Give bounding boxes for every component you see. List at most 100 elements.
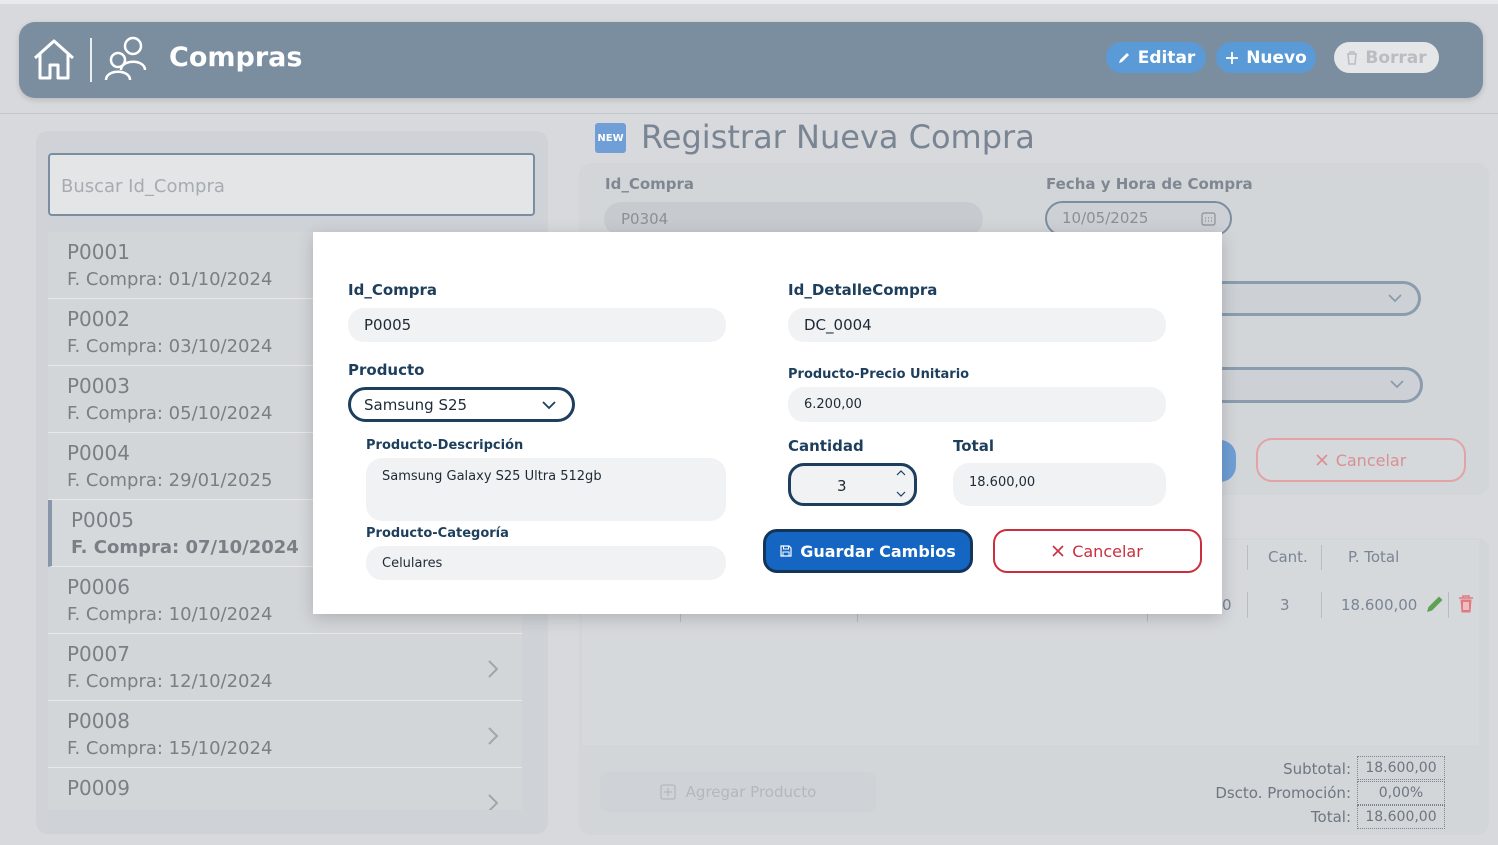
window-top-edge: [0, 0, 1498, 4]
new-button-label: Nuevo: [1246, 47, 1307, 68]
chevron-down-icon: [1388, 294, 1402, 303]
form-cancel-label: Cancelar: [1335, 450, 1407, 470]
chevron-right-icon[interactable]: [486, 725, 500, 747]
save-changes-label: Guardar Cambios: [800, 541, 956, 561]
list-item-id: P0006: [67, 575, 130, 599]
list-item[interactable]: P0009: [48, 768, 522, 810]
modal-id-compra-field[interactable]: P0005: [348, 308, 726, 342]
page-title: Compras: [169, 42, 303, 73]
form-cancel-button[interactable]: Cancelar: [1256, 438, 1466, 482]
modal-cancel-button[interactable]: Cancelar: [993, 529, 1202, 573]
modal-descripcion-field[interactable]: Samsung Galaxy S25 Ultra 512gb: [366, 458, 726, 521]
modal-categoria-label: Producto-Categoría: [366, 526, 509, 541]
form-title: Registrar Nueva Compra: [641, 118, 1035, 156]
add-product-label: Agregar Producto: [685, 783, 817, 801]
header-divider: [90, 38, 92, 82]
edit-button-label: Editar: [1137, 47, 1196, 68]
edit-button[interactable]: Editar: [1106, 42, 1206, 73]
modal-id-compra-label: Id_Compra: [348, 281, 438, 299]
table-cell-partial: 0: [1222, 596, 1232, 614]
table-cell-cant: 3: [1280, 596, 1290, 614]
modal-producto-label: Producto: [348, 361, 425, 379]
table-header-cant: Cant.: [1268, 548, 1308, 566]
modal-cantidad-label: Cantidad: [788, 437, 864, 455]
list-item-id: P0003: [67, 374, 130, 398]
list-item-id: P0007: [67, 642, 130, 666]
modal-precio-label: Producto-Precio Unitario: [788, 367, 970, 382]
close-icon: [1052, 545, 1064, 557]
add-product-button[interactable]: Agregar Producto: [600, 772, 876, 812]
table-column-divider: [1448, 592, 1449, 618]
modal-descripcion-label: Producto-Descripción: [366, 438, 524, 453]
modal-cancel-label: Cancelar: [1072, 541, 1143, 561]
list-item-date: F. Compra: 03/10/2024: [67, 336, 273, 357]
list-item[interactable]: P0007 F. Compra: 12/10/2024: [48, 634, 522, 701]
chevron-down-icon[interactable]: [896, 491, 906, 498]
plus-icon: [1226, 51, 1239, 64]
date-value: 10/05/2025: [1062, 209, 1149, 227]
table-column-divider: [1247, 592, 1248, 618]
chevron-up-icon[interactable]: [896, 469, 906, 476]
total-value: 18.600,00: [1357, 805, 1445, 829]
subtotal-value: 18.600,00: [1357, 756, 1445, 780]
list-item-date: F. Compra: 05/10/2024: [67, 403, 273, 424]
list-item-date: F. Compra: 29/01/2025: [67, 470, 273, 491]
total-label: Total:: [1310, 808, 1351, 826]
new-button[interactable]: Nuevo: [1216, 42, 1316, 73]
chevron-right-icon[interactable]: [486, 792, 500, 810]
trash-icon[interactable]: [1457, 594, 1475, 614]
id-compra-label: Id_Compra: [605, 175, 695, 193]
list-item-id: P0005: [71, 508, 134, 532]
list-item-date: F. Compra: 01/10/2024: [67, 269, 273, 290]
close-icon: [1316, 454, 1328, 466]
list-item-id: P0008: [67, 709, 130, 733]
chevron-down-icon: [542, 401, 556, 410]
save-changes-button[interactable]: Guardar Cambios: [763, 529, 973, 573]
list-item-id: P0009: [67, 776, 130, 800]
modal-total-field[interactable]: 18.600,00: [953, 463, 1166, 506]
table-column-divider: [1247, 545, 1248, 570]
modal-id-detalle-field[interactable]: DC_0004: [788, 308, 1166, 342]
header-separator: [0, 113, 1498, 114]
trash-icon: [1347, 50, 1358, 65]
subtotal-label: Subtotal:: [1283, 760, 1351, 778]
delete-button-label: Borrar: [1365, 47, 1427, 68]
list-item[interactable]: P0008 F. Compra: 15/10/2024: [48, 701, 522, 768]
chevron-right-icon[interactable]: [486, 658, 500, 680]
producto-select[interactable]: Samsung S25: [348, 387, 575, 422]
app-header: Compras Editar Nuevo Borrar: [19, 22, 1483, 98]
id-compra-field[interactable]: P0304: [604, 202, 983, 236]
list-item-date: F. Compra: 15/10/2024: [67, 738, 273, 759]
users-icon: [104, 36, 147, 81]
modal-categoria-field[interactable]: Celulares: [366, 546, 726, 580]
quantity-stepper[interactable]: 3: [788, 463, 917, 506]
chevron-down-icon: [1390, 380, 1404, 389]
list-item-id: P0004: [67, 441, 130, 465]
table-column-divider: [1321, 592, 1322, 618]
table-column-divider: [1321, 545, 1322, 570]
pencil-icon[interactable]: [1425, 594, 1445, 614]
modal-id-detalle-label: Id_DetalleCompra: [788, 281, 938, 299]
list-item-id: P0002: [67, 307, 130, 331]
list-item-date: F. Compra: 10/10/2024: [67, 604, 273, 625]
modal-total-label: Total: [953, 437, 994, 455]
delete-button[interactable]: Borrar: [1334, 42, 1439, 73]
discount-label: Dscto. Promoción:: [1215, 784, 1351, 802]
producto-select-value: Samsung S25: [364, 396, 468, 414]
table-cell-ptotal: 18.600,00: [1341, 596, 1418, 614]
modal-precio-field[interactable]: 6.200,00: [788, 387, 1166, 422]
quantity-value: 3: [837, 477, 847, 495]
home-icon[interactable]: [31, 36, 77, 82]
search-input[interactable]: Buscar Id_Compra: [48, 153, 535, 216]
discount-value: 0,00%: [1357, 781, 1445, 805]
date-label: Fecha y Hora de Compra: [1046, 175, 1253, 193]
list-item-date: F. Compra: 07/10/2024: [71, 537, 299, 558]
list-item-date: F. Compra: 12/10/2024: [67, 671, 273, 692]
list-item-id: P0001: [67, 240, 130, 264]
new-badge-icon: NEW: [595, 123, 626, 153]
calendar-icon[interactable]: [1201, 211, 1216, 226]
add-box-icon: [660, 784, 676, 800]
table-header-ptotal: P. Total: [1348, 548, 1400, 566]
save-icon: [780, 545, 792, 557]
date-field[interactable]: 10/05/2025: [1045, 201, 1232, 236]
